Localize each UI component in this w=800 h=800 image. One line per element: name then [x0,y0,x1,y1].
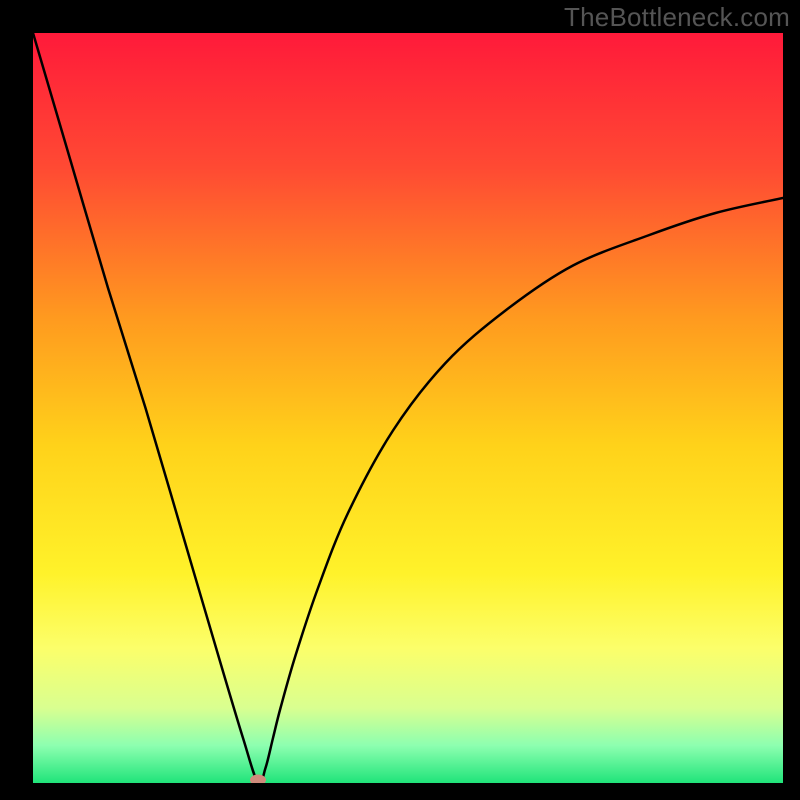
watermark-text: TheBottleneck.com [564,2,790,33]
chart-frame: TheBottleneck.com [0,0,800,800]
bottleneck-chart [33,33,783,783]
